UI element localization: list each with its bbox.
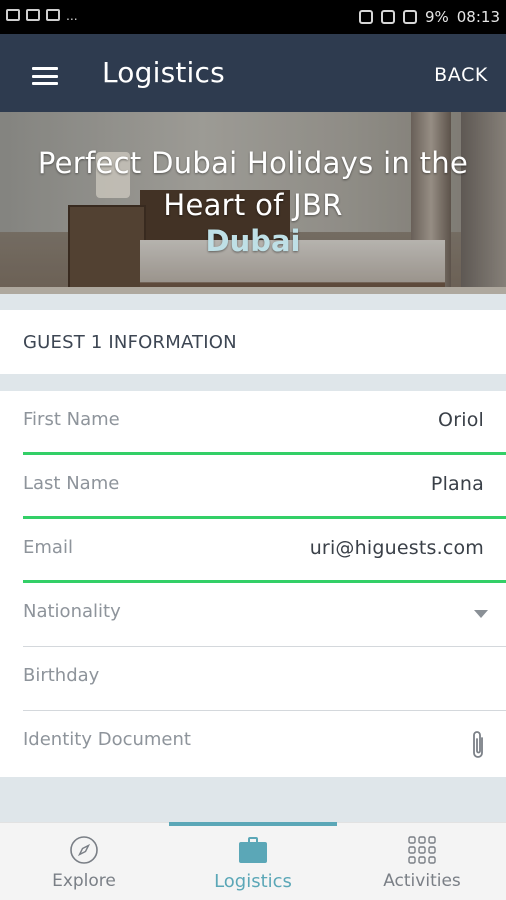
- notification-icon: [6, 9, 20, 21]
- property-title: Perfect Dubai Holidays in the Heart of J…: [37, 146, 469, 222]
- status-notifications: ...: [6, 8, 78, 22]
- tab-activities-label: Activities: [383, 871, 461, 891]
- section-title: GUEST 1 INFORMATION: [23, 332, 237, 353]
- notification-icon: [46, 9, 60, 21]
- first-name-label: First Name: [23, 409, 120, 430]
- signal-icon: [402, 10, 417, 24]
- tab-explore-label: Explore: [52, 871, 116, 891]
- status-bar: ... 9% 08:13: [0, 0, 506, 34]
- mute-icon: [358, 10, 373, 24]
- guest-info-form: First Name Oriol Last Name Plana Email u…: [0, 391, 506, 777]
- identity-document-field[interactable]: Identity Document: [23, 711, 506, 775]
- guest-form-area: GUEST 1 INFORMATION First Name Oriol Las…: [0, 294, 506, 822]
- bottom-tab-bar: Explore Logistics Activities: [0, 822, 506, 900]
- active-tab-indicator: [169, 822, 337, 826]
- identity-document-label: Identity Document: [23, 729, 191, 750]
- battery-percent: 9%: [424, 8, 449, 26]
- email-label: Email: [23, 537, 73, 558]
- last-name-field[interactable]: Last Name Plana: [23, 455, 506, 519]
- notification-icon: [26, 9, 40, 21]
- tab-activities[interactable]: Activities: [338, 823, 506, 900]
- grid-icon: [408, 836, 436, 864]
- nationality-select[interactable]: Nationality: [23, 583, 506, 647]
- hamburger-menu-icon[interactable]: [32, 67, 58, 85]
- last-name-label: Last Name: [23, 473, 120, 494]
- chevron-down-icon[interactable]: [474, 610, 488, 618]
- hero-image: Perfect Dubai Holidays in the Heart of J…: [0, 112, 506, 294]
- page-title: Logistics: [102, 56, 225, 89]
- birthday-label: Birthday: [23, 665, 100, 686]
- nationality-label: Nationality: [23, 601, 121, 622]
- tab-explore[interactable]: Explore: [0, 823, 168, 900]
- compass-icon: [70, 836, 98, 864]
- email-field[interactable]: Email uri@higuests.com: [23, 519, 506, 583]
- first-name-value[interactable]: Oriol: [438, 409, 484, 431]
- birthday-field[interactable]: Birthday: [23, 647, 506, 711]
- app-bar: Logistics BACK: [0, 34, 506, 112]
- wifi-icon: [380, 10, 395, 24]
- more-notifications: ...: [66, 7, 78, 23]
- suitcase-icon: [239, 837, 267, 863]
- property-city: Dubai: [205, 224, 301, 258]
- tab-logistics[interactable]: Logistics: [169, 822, 337, 900]
- last-name-value[interactable]: Plana: [431, 473, 484, 495]
- email-value[interactable]: uri@higuests.com: [310, 537, 484, 559]
- status-system: 9% 08:13: [358, 8, 500, 26]
- tab-logistics-label: Logistics: [214, 871, 292, 892]
- section-header: GUEST 1 INFORMATION: [0, 310, 506, 374]
- clock: 08:13: [456, 8, 500, 26]
- first-name-field[interactable]: First Name Oriol: [23, 391, 506, 455]
- back-button[interactable]: BACK: [434, 64, 488, 86]
- paperclip-icon[interactable]: [468, 729, 488, 761]
